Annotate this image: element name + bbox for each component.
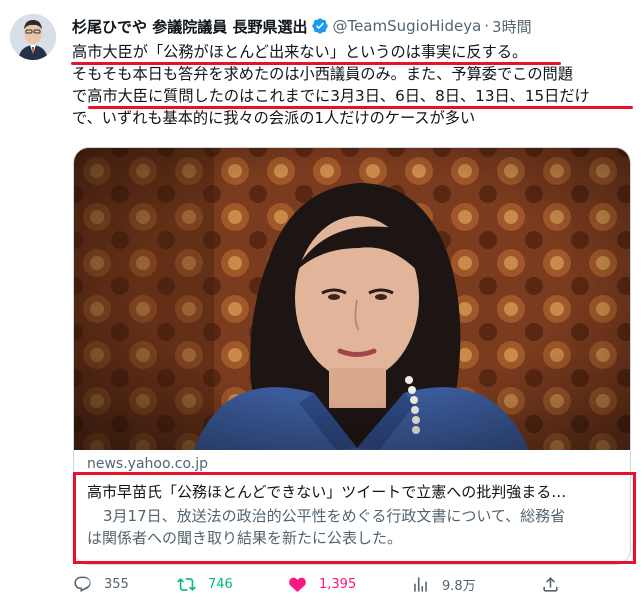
like-count: 1,395 — [319, 576, 357, 592]
tweet[interactable]: 杉尾ひでや 参議院議員 長野県選出 @TeamSugioHideya · 3時間… — [0, 0, 644, 600]
woman-portrait-photo-icon — [74, 148, 630, 450]
tweet-text-line: そもそも本日も答弁を求めたのは小西議員のみ。また、予算委でこの問題 — [72, 65, 573, 83]
views-button[interactable]: 9.8万 — [411, 572, 476, 596]
separator-dot: · — [484, 17, 490, 35]
views-count: 9.8万 — [442, 578, 476, 594]
card-domain: news.yahoo.co.jp — [87, 456, 208, 472]
author-name[interactable]: 杉尾ひでや 参議院議員 長野県選出 — [72, 16, 307, 37]
tweet-text-line: で、いずれも基本的に我々の会派の1人だけのケースが多い — [72, 109, 476, 127]
reply-count: 355 — [104, 576, 129, 592]
tweet-text: 高市大臣が「公務がほとんど出来ない」というのは事実に反する。 そもそも本日も答弁… — [72, 41, 637, 129]
tweet-text-line: で高市大臣に質問したのはこれまでに3月3日、6日、8日、13日、15日だけ — [72, 87, 590, 105]
avatar-portrait-icon — [10, 14, 56, 60]
retweet-icon — [177, 577, 196, 591]
annotation-box — [73, 472, 636, 564]
heart-icon — [289, 577, 306, 592]
reply-icon — [74, 576, 91, 592]
like-button[interactable]: 1,395 — [288, 572, 356, 596]
action-bar: 355 746 1,395 9.8万 — [73, 572, 633, 596]
tweet-timestamp[interactable]: 3時間 — [492, 16, 532, 37]
tweet-header: 杉尾ひでや 参議院議員 長野県選出 @TeamSugioHideya · 3時間 — [72, 14, 532, 38]
verified-badge-icon — [312, 18, 329, 34]
retweet-count: 746 — [208, 576, 233, 592]
retweet-button[interactable]: 746 — [177, 572, 233, 596]
annotation-underline — [88, 106, 633, 109]
share-button[interactable] — [541, 572, 572, 596]
share-icon — [543, 576, 558, 592]
reply-button[interactable]: 355 — [73, 572, 129, 596]
card-image[interactable] — [74, 148, 630, 450]
tweet-text-line: 高市大臣が「公務がほとんど出来ない」というのは事実に反する。 — [72, 43, 528, 61]
avatar[interactable] — [10, 14, 56, 60]
annotation-underline — [71, 62, 561, 65]
views-bar-chart-icon — [414, 576, 427, 592]
author-handle[interactable]: @TeamSugioHideya — [332, 17, 481, 35]
